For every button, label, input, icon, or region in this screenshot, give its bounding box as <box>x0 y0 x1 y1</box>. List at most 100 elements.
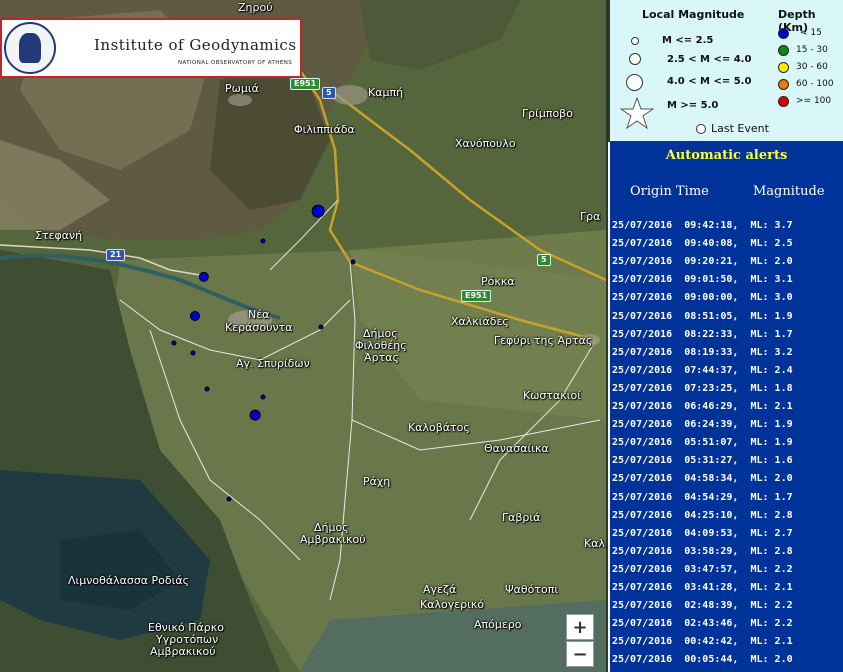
zoom-in-button[interactable]: + <box>566 614 594 640</box>
place-label: Καλογερικό <box>420 598 485 611</box>
place-label: Καλοβάτος <box>408 421 470 434</box>
logo-title: Institute of Geodynamics <box>94 36 297 54</box>
earthquake-marker[interactable] <box>226 496 232 502</box>
alert-row[interactable]: 25/07/2016 07:23:25, ML: 1.8 <box>612 383 793 394</box>
depth-color-swatch <box>778 96 789 107</box>
alerts-title: Automatic alerts <box>665 148 788 163</box>
place-label: Χαλκιάδες <box>451 315 509 328</box>
alert-row[interactable]: 25/07/2016 09:01:50, ML: 3.1 <box>612 274 793 285</box>
alert-row[interactable]: 25/07/2016 03:41:28, ML: 2.1 <box>612 582 793 593</box>
alert-row[interactable]: 25/07/2016 06:24:39, ML: 1.9 <box>612 419 793 430</box>
magnitude-class-label: M <= 2.5 <box>662 35 714 46</box>
place-label: Άρτας <box>364 351 399 364</box>
logo-subtitle: NATIONAL OBSERVATORY OF ATHENS <box>178 60 293 66</box>
earthquake-marker[interactable] <box>260 394 266 400</box>
place-label: Γρίμποβο <box>522 107 573 120</box>
place-label: Θανασαίικα <box>484 442 549 455</box>
magnitude-legend-title: Local Magnitude <box>642 8 745 21</box>
road-shield: E951 <box>290 78 321 90</box>
alert-row[interactable]: 25/07/2016 09:42:18, ML: 3.7 <box>612 220 793 231</box>
alert-row[interactable]: 25/07/2016 08:22:33, ML: 1.7 <box>612 329 793 340</box>
earthquake-marker[interactable] <box>190 311 200 321</box>
alert-row[interactable]: 25/07/2016 09:00:00, ML: 3.0 <box>612 292 793 303</box>
magnitude-small-icon <box>631 37 639 45</box>
alert-row[interactable]: 25/07/2016 08:19:33, ML: 3.2 <box>612 347 793 358</box>
place-label: Λιμνοθάλασσα Ροδιάς <box>68 574 190 587</box>
alert-row[interactable]: 25/07/2016 03:47:57, ML: 2.2 <box>612 564 793 575</box>
alert-row[interactable]: 25/07/2016 04:09:53, ML: 2.7 <box>612 528 793 539</box>
place-label: Ρόκκα <box>481 275 515 288</box>
depth-color-swatch <box>778 79 789 90</box>
alert-row[interactable]: 25/07/2016 00:42:42, ML: 2.1 <box>612 636 793 647</box>
place-label: Γεφύρι της Άρτας <box>494 334 593 347</box>
place-label: Χανόπουλο <box>455 137 516 150</box>
depth-color-swatch <box>778 45 789 56</box>
place-label: Απόμερο <box>474 618 522 631</box>
magnitude-medium-icon <box>629 53 641 65</box>
seal-icon <box>4 22 56 74</box>
legend-panel: Local Magnitude Depth (Km) M <= 2.5 2.5 … <box>610 0 843 141</box>
depth-class-label: < 15 <box>800 28 822 38</box>
earthquake-marker[interactable] <box>350 259 356 265</box>
depth-class-label: 15 - 30 <box>796 45 828 55</box>
place-label: Αγεζά <box>423 583 457 596</box>
magnitude-large-icon <box>626 74 643 91</box>
place-label: Ψαθότοπι <box>505 583 559 596</box>
alert-row[interactable]: 25/07/2016 05:31:27, ML: 1.6 <box>612 455 793 466</box>
place-label: Κωστακιοί <box>523 389 581 402</box>
last-event-icon <box>696 124 706 134</box>
earthquake-marker[interactable] <box>171 340 177 346</box>
depth-class-label: >= 100 <box>796 96 832 106</box>
alert-row[interactable]: 25/07/2016 03:58:29, ML: 2.8 <box>612 546 793 557</box>
alert-row[interactable]: 25/07/2016 04:54:29, ML: 1.7 <box>612 492 793 503</box>
earthquake-marker[interactable] <box>311 204 325 218</box>
place-label: Ρωμιά <box>225 82 259 95</box>
zoom-out-button[interactable]: − <box>566 641 594 667</box>
alert-row[interactable]: 25/07/2016 04:58:34, ML: 2.0 <box>612 473 793 484</box>
alert-row[interactable]: 25/07/2016 08:51:05, ML: 1.9 <box>612 311 793 322</box>
alert-row[interactable]: 25/07/2016 05:51:07, ML: 1.9 <box>612 437 793 448</box>
alert-row[interactable]: 25/07/2016 02:48:39, ML: 2.2 <box>612 600 793 611</box>
place-label: Αμβρακικού <box>300 533 366 546</box>
automatic-alerts-panel: Automatic alerts Origin Time Magnitude 2… <box>608 142 843 672</box>
place-label: Ζηρού <box>238 1 273 14</box>
road-shield: 5 <box>537 254 551 266</box>
place-label: Φιλιππιάδα <box>294 123 355 136</box>
star-icon <box>620 97 654 130</box>
magnitude-class-label: 2.5 < M <= 4.0 <box>667 54 752 65</box>
depth-class-label: 60 - 100 <box>796 79 834 89</box>
place-label: Αγ. Σπυρίδων <box>236 357 310 370</box>
origin-time-header: Origin Time <box>630 184 709 199</box>
place-label: Αμβρακικού <box>150 645 216 658</box>
place-label: Ράχη <box>363 475 391 488</box>
place-label: Γαβριά <box>502 511 541 524</box>
alert-row[interactable]: 25/07/2016 06:46:29, ML: 2.1 <box>612 401 793 412</box>
last-event-label: Last Event <box>711 122 769 135</box>
place-label: Κεράσουντα <box>225 321 293 334</box>
road-shield: 5 <box>322 87 336 99</box>
depth-color-swatch <box>778 28 789 39</box>
alert-row[interactable]: 25/07/2016 09:40:08, ML: 2.5 <box>612 238 793 249</box>
alert-row[interactable]: 25/07/2016 00:05:44, ML: 2.0 <box>612 654 793 665</box>
place-label: Νέα <box>248 308 270 321</box>
earthquake-marker[interactable] <box>249 409 261 421</box>
earthquake-marker[interactable] <box>318 324 324 330</box>
map-view[interactable]: Ζηρού Ρωμιά Καμπή Γρίμποβο Φιλιππιάδα Χα… <box>0 0 606 672</box>
alert-row[interactable]: 25/07/2016 07:44:37, ML: 2.4 <box>612 365 793 376</box>
magnitude-header: Magnitude <box>753 184 825 199</box>
place-label: Καμπή <box>368 86 404 99</box>
alert-row[interactable]: 25/07/2016 02:43:46, ML: 2.2 <box>612 618 793 629</box>
depth-class-label: 30 - 60 <box>796 62 828 72</box>
place-label: Καλ <box>584 537 605 550</box>
alert-row[interactable]: 25/07/2016 04:25:10, ML: 2.8 <box>612 510 793 521</box>
place-label: Γρα <box>580 210 601 223</box>
place-label: Στεφανή <box>35 229 83 242</box>
earthquake-marker[interactable] <box>204 386 210 392</box>
road-shield: 21 <box>106 249 126 261</box>
institute-logo: Institute of Geodynamics NATIONAL OBSERV… <box>0 18 302 78</box>
earthquake-marker[interactable] <box>260 238 266 244</box>
alert-row[interactable]: 25/07/2016 09:20:21, ML: 2.0 <box>612 256 793 267</box>
magnitude-class-label: M >= 5.0 <box>667 100 719 111</box>
magnitude-class-label: 4.0 < M <= 5.0 <box>667 76 752 87</box>
earthquake-marker[interactable] <box>190 350 196 356</box>
